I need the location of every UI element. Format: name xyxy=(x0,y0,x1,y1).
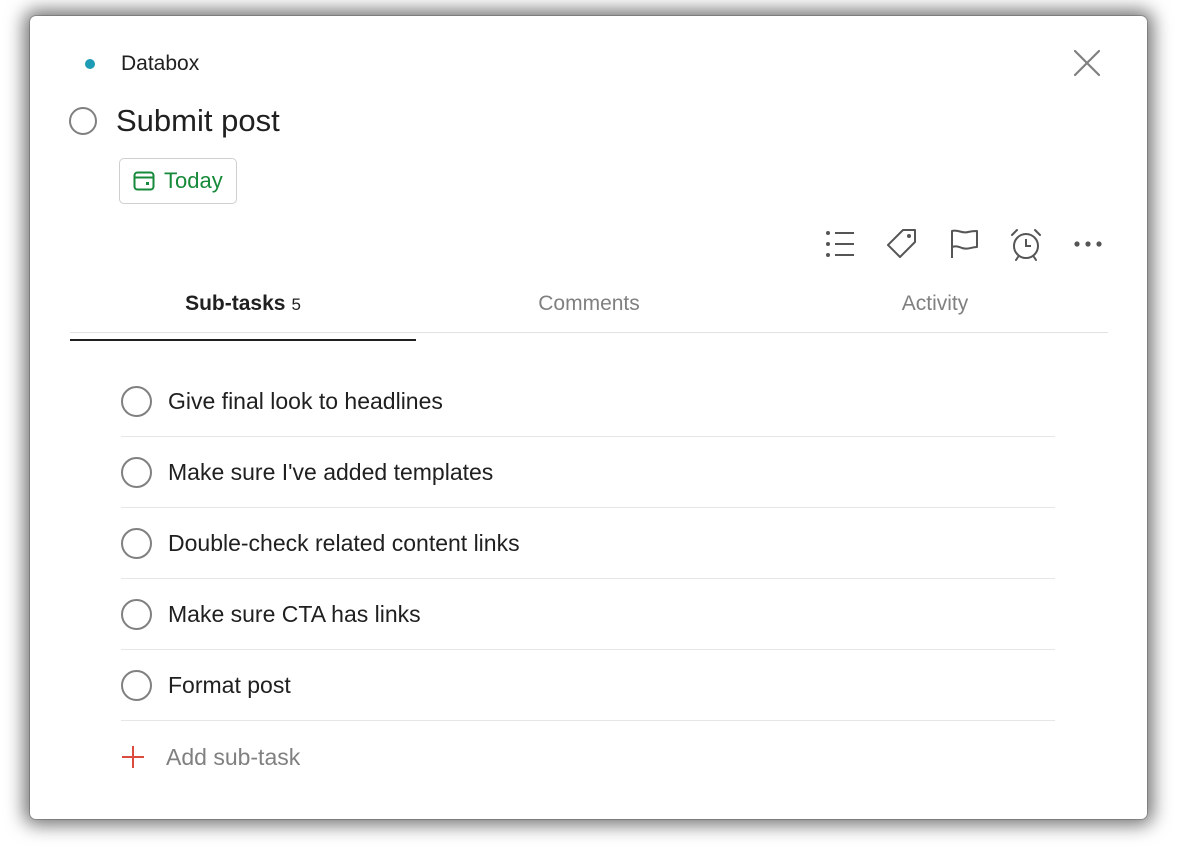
tab-subtasks-count: 5 xyxy=(291,295,301,314)
tab-activity-label: Activity xyxy=(901,292,969,315)
add-subtask-button[interactable]: Add sub-task xyxy=(121,721,1055,793)
subtask-checkbox[interactable] xyxy=(121,456,152,488)
subtask-checkbox[interactable] xyxy=(121,598,152,630)
task-toolbar xyxy=(822,226,1106,262)
alarm-icon xyxy=(1011,229,1041,261)
task-complete-checkbox[interactable] xyxy=(69,107,97,135)
task-title[interactable]: Submit post xyxy=(116,103,280,139)
tab-subtasks[interactable]: Sub-tasks 5 xyxy=(70,284,416,341)
subtask-label: Double-check related content links xyxy=(168,529,520,556)
reminder-button[interactable] xyxy=(1008,226,1044,262)
subtask-label: Give final look to headlines xyxy=(168,387,443,414)
tab-subtasks-label: Sub-tasks xyxy=(185,292,286,315)
subtask-list: Give final look to headlines Make sure I… xyxy=(121,366,1055,793)
labels-button[interactable] xyxy=(884,226,920,262)
tag-icon xyxy=(887,229,916,258)
project-color-dot xyxy=(85,59,95,69)
subtask-label: Make sure I've added templates xyxy=(168,458,494,485)
list-icon xyxy=(826,231,854,257)
subtask-item[interactable]: Format post xyxy=(121,650,1055,721)
add-subtask-label: Add sub-task xyxy=(166,743,301,770)
plus-icon xyxy=(122,746,144,768)
task-tabs: Sub-tasks 5 Comments Activity xyxy=(70,284,1108,341)
subtask-checkbox[interactable] xyxy=(121,527,152,559)
project-indicator[interactable]: Databox xyxy=(85,50,199,78)
subtask-checkbox[interactable] xyxy=(121,385,152,417)
subtask-item[interactable]: Make sure CTA has links xyxy=(121,579,1055,650)
tab-activity[interactable]: Activity xyxy=(762,284,1108,332)
subtask-label: Make sure CTA has links xyxy=(168,600,421,627)
subtask-item[interactable]: Give final look to headlines xyxy=(121,366,1055,437)
project-name: Databox xyxy=(121,52,200,75)
due-date-button[interactable]: Today xyxy=(119,158,237,204)
close-button[interactable] xyxy=(1070,46,1104,80)
task-detail-modal: Databox Submit post Today Sub-tasks 5 Co… xyxy=(30,16,1147,819)
tab-comments[interactable]: Comments xyxy=(416,284,762,332)
close-icon xyxy=(1073,49,1101,77)
task-header: Submit post xyxy=(69,100,280,142)
priority-button[interactable] xyxy=(946,226,982,262)
flag-icon xyxy=(951,229,978,258)
due-date-label: Today xyxy=(164,168,223,193)
subtask-item[interactable]: Make sure I've added templates xyxy=(121,437,1055,508)
tab-comments-label: Comments xyxy=(538,292,640,315)
more-icon xyxy=(1074,241,1102,247)
subtask-label: Format post xyxy=(168,671,291,698)
more-actions-button[interactable] xyxy=(1070,226,1106,262)
subtask-item[interactable]: Double-check related content links xyxy=(121,508,1055,579)
calendar-icon xyxy=(133,171,155,191)
subtask-list-button[interactable] xyxy=(822,226,858,262)
subtask-checkbox[interactable] xyxy=(121,669,152,701)
